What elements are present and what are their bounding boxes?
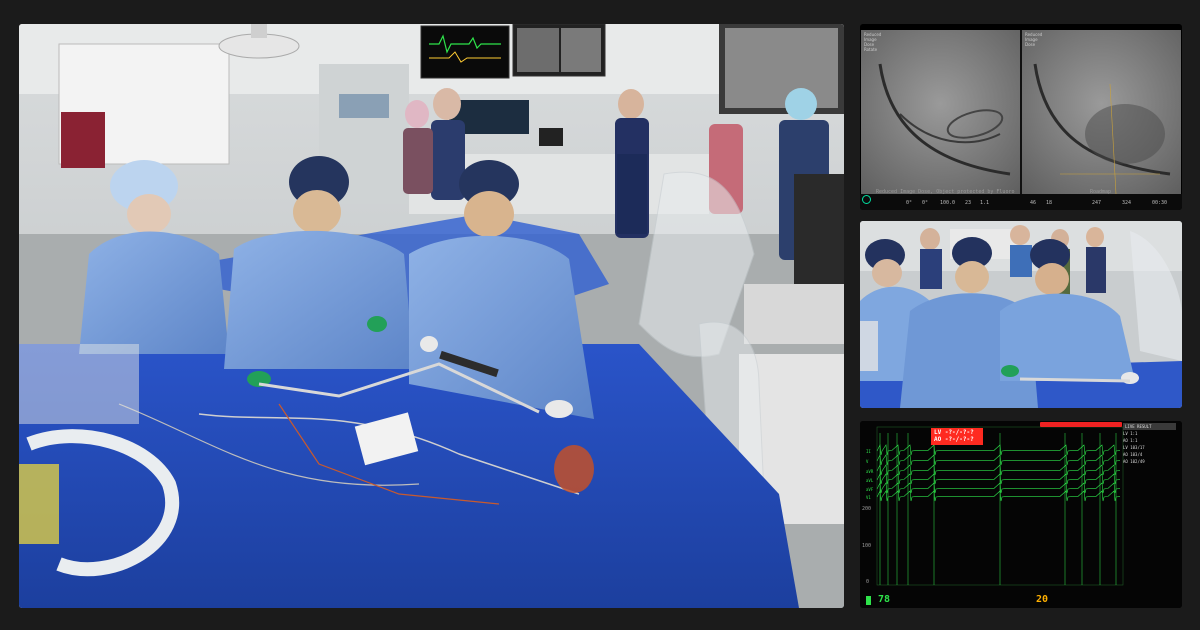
live-result-row: LV 103/17 [1123, 445, 1145, 450]
secondary-camera-view[interactable] [860, 221, 1182, 408]
fluoro-mode-text: Roadmap [1090, 189, 1112, 195]
fluoro-info-bar: Reduced Image Dose, Object protected by … [860, 189, 1182, 210]
resp-rate-value: 20 [1036, 594, 1049, 605]
hemodynamic-monitor-panel[interactable]: LV -?-/-?-? AO -?-/-?-? 200 100 0 II V a… [860, 421, 1182, 608]
fluoro-val-5: 46 [1030, 200, 1037, 206]
main-camera-view[interactable] [19, 24, 844, 608]
fluoro-right-overlay: Reduced Image Dose [1025, 32, 1043, 47]
lv-pressure-readout: LV -?-/-?-? [934, 429, 974, 436]
scale-label-0: 0 [866, 579, 870, 585]
fluoro-status-text: Reduced Image Dose, Object protected by … [876, 189, 1015, 195]
monitor-footer: 78 20 [860, 594, 1182, 608]
live-result-row: AO 1:1 [1123, 438, 1138, 443]
fluoro-val-7: 247 [1092, 200, 1102, 206]
status-banner [1040, 422, 1122, 427]
ecg-lead-label: aVR [866, 469, 874, 474]
fluoro-val-4: 1.1 [980, 200, 990, 206]
vitals-monitor [420, 25, 510, 79]
cath-lab-scene [19, 24, 844, 608]
ecg-lead-label: aVL [866, 478, 874, 483]
ecg-lead-label: V1 [866, 495, 871, 500]
fluoro-val-0: 0° [906, 200, 913, 206]
scale-label-200: 200 [862, 506, 872, 512]
ecg-lead-label: aVF [866, 487, 874, 492]
fluoro-left-overlay: Reduced Image Dose Rotate [864, 32, 882, 52]
fluoro-val-3: 23 [965, 200, 972, 206]
ecg-lead-label: V [866, 459, 869, 464]
fluoro-images [861, 30, 1181, 195]
live-result-row: AO 103/4 [1123, 452, 1143, 457]
fluoro-val-6: 18 [1046, 200, 1053, 206]
heart-rate-indicator-icon [866, 596, 871, 605]
ecg-lead-label: II [866, 449, 871, 454]
live-result-row: LV 1:1 [1123, 431, 1138, 436]
live-results-header: LIVE RESULT [1123, 423, 1176, 430]
fluoro-val-8: 324 [1122, 200, 1132, 206]
fluoro-val-9: 00:30 [1152, 200, 1168, 206]
poster [61, 112, 105, 168]
fluoro-val-2: 100.0 [940, 200, 956, 206]
live-results-panel: LIVE RESULT LV 1:1 AO 1:1 LV 103/17 AO 1… [1123, 423, 1176, 465]
ao-pressure-readout: AO -?-/-?-? [934, 436, 974, 443]
fluoro-val-1: 0° [922, 200, 929, 206]
acquisition-status-icon [862, 195, 871, 204]
heart-rate-value: 78 [878, 594, 891, 605]
scale-label-100: 100 [862, 543, 872, 549]
operator-closeup-scene [860, 221, 1182, 408]
live-result-row: AO 102/49 [1123, 459, 1145, 464]
pressure-alert-box: LV -?-/-?-? AO -?-/-?-? [931, 428, 983, 445]
fluoroscopy-panel[interactable]: Reduced Image Dose Rotate Reduced Image … [860, 24, 1182, 210]
